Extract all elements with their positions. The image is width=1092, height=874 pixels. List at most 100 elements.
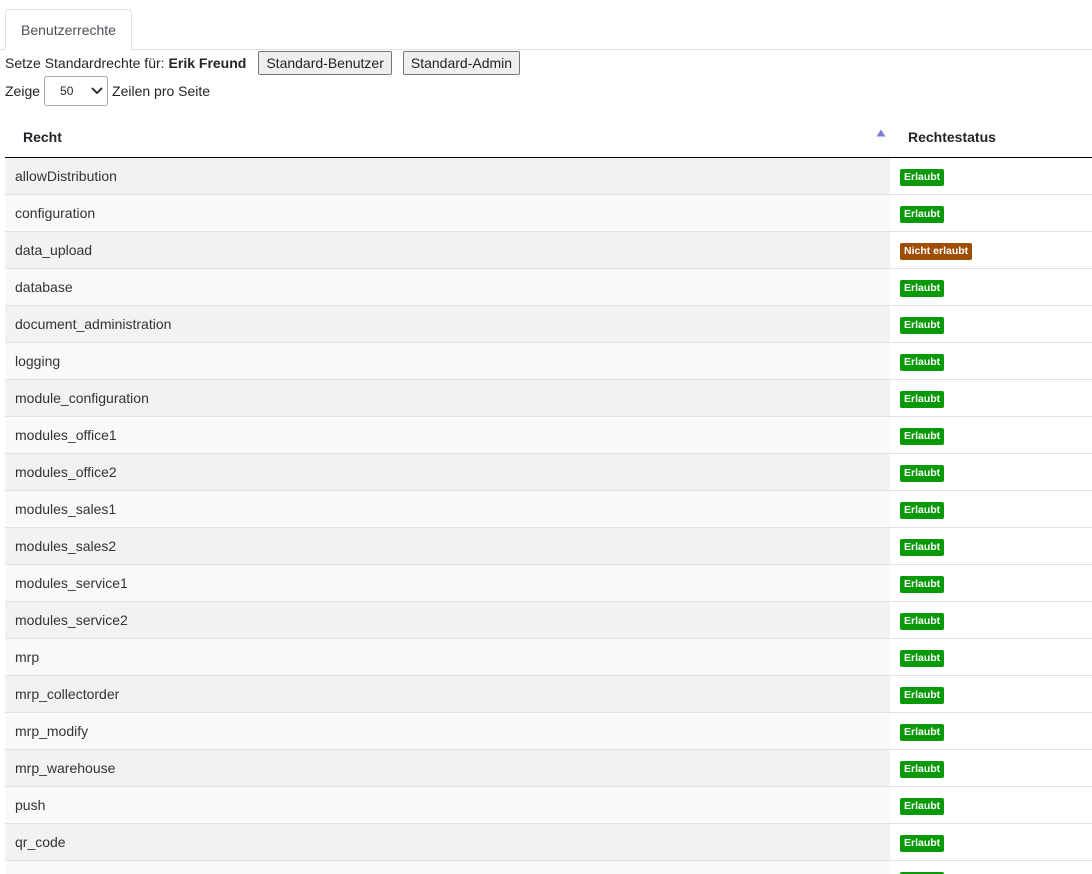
right-name-cell: mrp_warehouse (5, 750, 890, 786)
table-row[interactable]: document_administration Erlaubt (5, 306, 1092, 343)
right-status-cell: Erlaubt (890, 565, 1092, 601)
status-badge[interactable]: Erlaubt (900, 650, 945, 667)
status-badge[interactable]: Erlaubt (900, 206, 945, 223)
rows-per-page-label: Zeilen pro Seite (112, 83, 211, 99)
right-status-cell: Erlaubt (890, 306, 1092, 342)
column-header-label: Rechtestatus (908, 129, 996, 145)
right-name-cell: document_administration (5, 306, 890, 342)
status-badge[interactable]: Erlaubt (900, 539, 945, 556)
page-size-value: 50 (60, 84, 74, 98)
right-status-cell: Erlaubt (890, 195, 1092, 231)
status-badge[interactable]: Erlaubt (900, 465, 945, 482)
column-header-rechtestatus[interactable]: Rechtestatus (890, 118, 1092, 157)
chevron-down-icon (91, 87, 103, 94)
status-badge[interactable]: Erlaubt (900, 428, 945, 445)
right-status-cell: Erlaubt (890, 676, 1092, 712)
right-name-cell: database (5, 269, 890, 305)
right-status-cell: Erlaubt (890, 380, 1092, 416)
column-header-label: Recht (23, 129, 62, 145)
table-row[interactable]: logging Erlaubt (5, 343, 1092, 380)
right-status-cell: Erlaubt (890, 491, 1092, 527)
standard-admin-button[interactable]: Standard-Admin (402, 51, 521, 75)
column-header-recht[interactable]: Recht (5, 118, 890, 157)
standard-user-button[interactable]: Standard-Benutzer (258, 51, 392, 75)
right-name-cell: configuration (5, 195, 890, 231)
right-status-cell: Erlaubt (890, 861, 1092, 874)
table-row[interactable]: mrp Erlaubt (5, 639, 1092, 676)
right-name-cell: modules_service1 (5, 565, 890, 601)
right-status-cell: Erlaubt (890, 454, 1092, 490)
table-row[interactable]: data_upload Nicht erlaubt (5, 232, 1092, 269)
right-status-cell: Erlaubt (890, 639, 1092, 675)
rights-table: Recht Rechtestatus allowDistribution Erla… (5, 118, 1092, 874)
right-status-cell: Erlaubt (890, 787, 1092, 823)
table-row[interactable]: modules_sales2 Erlaubt (5, 528, 1092, 565)
table-row[interactable]: qr_code Erlaubt (5, 824, 1092, 861)
table-row[interactable]: modules_service1 Erlaubt (5, 565, 1092, 602)
table-header: Recht Rechtestatus (5, 118, 1092, 158)
right-name-cell (5, 861, 890, 874)
right-name-cell: push (5, 787, 890, 823)
tab-bar: Benutzerrechte (0, 0, 1092, 50)
right-status-cell: Erlaubt (890, 269, 1092, 305)
status-badge[interactable]: Erlaubt (900, 354, 945, 371)
right-status-cell: Erlaubt (890, 713, 1092, 749)
table-row[interactable]: mrp_modify Erlaubt (5, 713, 1092, 750)
table-row[interactable]: modules_service2 Erlaubt (5, 602, 1092, 639)
status-badge[interactable]: Erlaubt (900, 280, 945, 297)
status-badge[interactable]: Erlaubt (900, 835, 945, 852)
status-badge[interactable]: Erlaubt (900, 798, 945, 815)
right-name-cell: module_configuration (5, 380, 890, 416)
status-badge[interactable]: Erlaubt (900, 613, 945, 630)
status-badge[interactable]: Erlaubt (900, 576, 945, 593)
right-name-cell: mrp_modify (5, 713, 890, 749)
status-badge[interactable]: Nicht erlaubt (900, 243, 973, 260)
default-rights-bar: Setze Standardrechte für: Erik Freund St… (5, 51, 521, 75)
table-body: allowDistribution Erlaubt configuration Erl… (5, 158, 1092, 874)
right-name-cell: qr_code (5, 824, 890, 860)
status-badge[interactable]: Erlaubt (900, 317, 945, 334)
table-row[interactable]: push Erlaubt (5, 787, 1092, 824)
show-label: Zeige (5, 83, 41, 99)
table-row[interactable]: mrp_collectorder Erlaubt (5, 676, 1092, 713)
right-status-cell: Erlaubt (890, 602, 1092, 638)
right-name-cell: mrp_collectorder (5, 676, 890, 712)
page-size-select[interactable]: 50 (44, 76, 109, 106)
status-badge[interactable]: Erlaubt (900, 761, 945, 778)
right-name-cell: logging (5, 343, 890, 379)
right-name-cell: mrp (5, 639, 890, 675)
table-row[interactable]: database Erlaubt (5, 269, 1092, 306)
right-status-cell: Erlaubt (890, 343, 1092, 379)
table-row[interactable]: mrp_warehouse Erlaubt (5, 750, 1092, 787)
right-name-cell: data_upload (5, 232, 890, 268)
table-row[interactable]: Erlaubt (5, 861, 1092, 874)
right-name-cell: modules_service2 (5, 602, 890, 638)
table-row[interactable]: modules_sales1 Erlaubt (5, 491, 1092, 528)
status-badge[interactable]: Erlaubt (900, 687, 945, 704)
right-status-cell: Erlaubt (890, 417, 1092, 453)
right-status-cell: Nicht erlaubt (890, 232, 1092, 268)
status-badge[interactable]: Erlaubt (900, 502, 945, 519)
status-badge[interactable]: Erlaubt (900, 169, 945, 186)
right-name-cell: modules_office2 (5, 454, 890, 490)
table-row[interactable]: modules_office1 Erlaubt (5, 417, 1092, 454)
right-name-cell: modules_office1 (5, 417, 890, 453)
right-status-cell: Erlaubt (890, 750, 1092, 786)
status-badge[interactable]: Erlaubt (900, 724, 945, 741)
table-row[interactable]: configuration Erlaubt (5, 195, 1092, 232)
right-status-cell: Erlaubt (890, 824, 1092, 860)
sort-ascending-icon (876, 129, 886, 137)
right-name-cell: modules_sales2 (5, 528, 890, 564)
status-badge[interactable]: Erlaubt (900, 391, 945, 408)
table-row[interactable]: modules_office2 Erlaubt (5, 454, 1092, 491)
right-status-cell: Erlaubt (890, 158, 1092, 194)
table-row[interactable]: module_configuration Erlaubt (5, 380, 1092, 417)
table-row[interactable]: allowDistribution Erlaubt (5, 158, 1092, 195)
right-name-cell: modules_sales1 (5, 491, 890, 527)
tab-benutzerrechte[interactable]: Benutzerrechte (5, 9, 132, 50)
page-length-control: Zeige 50 Zeilen pro Seite (5, 76, 210, 106)
right-name-cell: allowDistribution (5, 158, 890, 194)
right-status-cell: Erlaubt (890, 528, 1092, 564)
user-name: Erik Freund (168, 55, 247, 71)
default-rights-label: Setze Standardrechte für: (5, 55, 165, 71)
